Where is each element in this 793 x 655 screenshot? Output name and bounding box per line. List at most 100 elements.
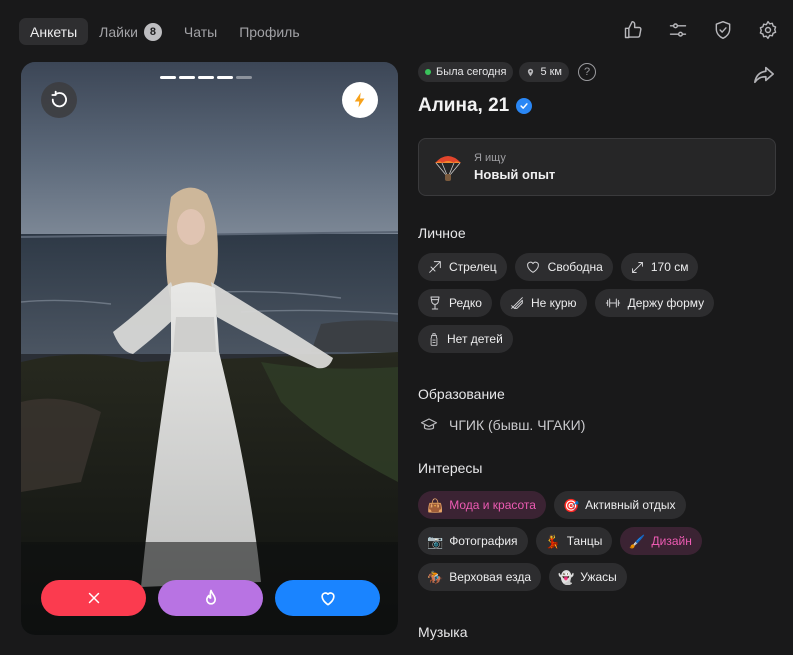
music-section: Музыка xyxy=(418,624,776,640)
ghost-icon: 👻 xyxy=(558,569,575,585)
chip-relationship: Свободна xyxy=(514,253,613,281)
chip-interest-horse-riding: 🏇 Верховая езда xyxy=(418,563,542,591)
lightning-icon xyxy=(354,92,365,108)
tab-profiles[interactable]: Анкеты xyxy=(19,18,89,45)
chip-height-label: 170 см xyxy=(650,260,689,274)
share-icon[interactable] xyxy=(752,63,776,85)
profile-photo xyxy=(21,62,398,635)
dancer-icon: 💃 xyxy=(544,533,561,549)
thumbs-up-icon[interactable] xyxy=(622,19,644,41)
personal-section: Личное Стрелец Свободна 170 см Редко Не … xyxy=(418,225,776,353)
chip-interest-outdoor-label: Активный отдых xyxy=(585,498,676,512)
chip-height: 170 см xyxy=(620,253,699,281)
horse-racing-icon: 🏇 xyxy=(427,569,444,585)
distance-badge: 5 км xyxy=(519,62,569,82)
chip-interest-design: 🖌️ Дизайн xyxy=(620,527,702,555)
chip-relationship-label: Свободна xyxy=(547,260,603,274)
main-tabs: Анкеты Лайки 8 Чаты Профиль xyxy=(19,18,311,45)
looking-for-card: Я ищу Новый опыт xyxy=(418,138,776,196)
chip-fitness: Держу форму xyxy=(594,289,715,317)
chip-alcohol: Редко xyxy=(418,289,492,317)
looking-for-label: Я ищу xyxy=(474,152,506,164)
online-status-text: Была сегодня xyxy=(436,66,507,78)
name-row: Алина, 21 xyxy=(418,95,776,117)
tab-chats-label: Чаты xyxy=(183,23,218,40)
personal-chips: Стрелец Свободна 170 см Редко Не курю Де… xyxy=(418,253,776,353)
photo-progress-indicator xyxy=(160,76,252,79)
distance-text: 5 км xyxy=(540,66,562,78)
education-section: Образование ЧГИК (бывш. ЧГАКИ) xyxy=(418,386,776,434)
profile-name: Алина, 21 xyxy=(418,95,510,116)
personal-title: Личное xyxy=(418,225,466,241)
flame-icon xyxy=(205,589,216,605)
baby-bottle-icon xyxy=(430,332,438,346)
parachute-icon xyxy=(435,156,461,181)
close-icon xyxy=(88,592,99,604)
no-smoking-icon xyxy=(511,297,523,309)
interests-section: Интересы 👜 Мода и красота 🎯 Активный отд… xyxy=(418,460,776,591)
graduation-cap-icon xyxy=(420,418,438,430)
boost-button[interactable] xyxy=(342,82,378,118)
chip-children-label: Нет детей xyxy=(447,332,503,346)
chip-interest-horror: 👻 Ужасы xyxy=(549,563,627,591)
chip-smoking-label: Не курю xyxy=(530,296,577,310)
chip-interest-photo: 📷 Фотография xyxy=(418,527,528,555)
education-title: Образование xyxy=(418,386,505,402)
profile-photo-card[interactable] xyxy=(21,62,398,635)
filters-icon[interactable] xyxy=(667,19,689,41)
online-dot-icon xyxy=(425,69,431,75)
profile-meta: Была сегодня 5 км ? xyxy=(418,62,776,82)
tab-likes[interactable]: Лайки 8 xyxy=(88,18,173,45)
chip-interest-fashion: 👜 Мода и красота xyxy=(418,491,546,519)
chip-zodiac-label: Стрелец xyxy=(449,260,497,274)
tab-profiles-label: Анкеты xyxy=(30,23,78,40)
heart-outline-icon xyxy=(526,261,539,273)
verified-badge-icon xyxy=(516,98,533,114)
dumbbell-icon xyxy=(605,298,620,308)
chip-interest-dance-label: Танцы xyxy=(566,534,603,548)
wine-glass-icon xyxy=(430,296,440,310)
chip-interest-outdoor: 🎯 Активный отдых xyxy=(553,491,686,519)
zodiac-arrow-icon xyxy=(429,261,441,273)
chip-fitness-label: Держу форму xyxy=(627,296,705,310)
chip-interest-design-label: Дизайн xyxy=(651,534,692,548)
tab-profile-label: Профиль xyxy=(239,23,300,40)
interests-chips: 👜 Мода и красота 🎯 Активный отдых 📷 Фото… xyxy=(418,491,776,591)
likes-count-badge: 8 xyxy=(143,22,162,41)
tab-likes-label: Лайки xyxy=(99,23,138,40)
chip-alcohol-label: Редко xyxy=(449,296,482,310)
tab-chats[interactable]: Чаты xyxy=(173,18,228,45)
chip-interest-dance: 💃 Танцы xyxy=(535,527,613,555)
like-button[interactable] xyxy=(275,580,380,616)
swipe-actions xyxy=(41,580,380,616)
camera-icon: 📷 xyxy=(427,533,444,549)
heart-icon xyxy=(320,592,335,606)
undo-icon xyxy=(51,90,67,108)
dislike-button[interactable] xyxy=(41,580,146,616)
top-navigation: Анкеты Лайки 8 Чаты Профиль xyxy=(0,0,793,62)
chip-smoking: Не курю xyxy=(499,289,587,317)
target-icon: 🎯 xyxy=(562,497,580,513)
location-pin-icon xyxy=(528,68,534,76)
education-item: ЧГИК (бывш. ЧГАКИ) xyxy=(418,416,776,434)
education-value: ЧГИК (бывш. ЧГАКИ) xyxy=(449,417,586,433)
handbag-icon: 👜 xyxy=(427,497,444,513)
tab-profile[interactable]: Профиль xyxy=(228,18,310,45)
online-status-badge: Была сегодня xyxy=(418,62,514,82)
looking-for-value: Новый опыт xyxy=(474,167,556,182)
chip-interest-fashion-label: Мода и красота xyxy=(449,498,536,512)
chip-interest-horror-label: Ужасы xyxy=(580,570,617,584)
profile-info: Была сегодня 5 км ? Алина, 21 Я ищу Новы… xyxy=(418,62,776,655)
undo-button[interactable] xyxy=(41,82,77,118)
superlike-button[interactable] xyxy=(158,580,263,616)
chip-zodiac: Стрелец xyxy=(418,253,507,281)
paintbrush-icon: 🖌️ xyxy=(629,533,646,549)
height-arrows-icon xyxy=(631,261,643,273)
help-icon[interactable]: ? xyxy=(578,63,596,81)
chip-interest-photo-label: Фотография xyxy=(449,534,518,548)
shield-check-icon[interactable] xyxy=(712,19,734,41)
chip-interest-horse-riding-label: Верховая езда xyxy=(449,570,532,584)
interests-title: Интересы xyxy=(418,460,483,476)
settings-gear-icon[interactable] xyxy=(757,19,779,41)
music-title: Музыка xyxy=(418,624,468,640)
